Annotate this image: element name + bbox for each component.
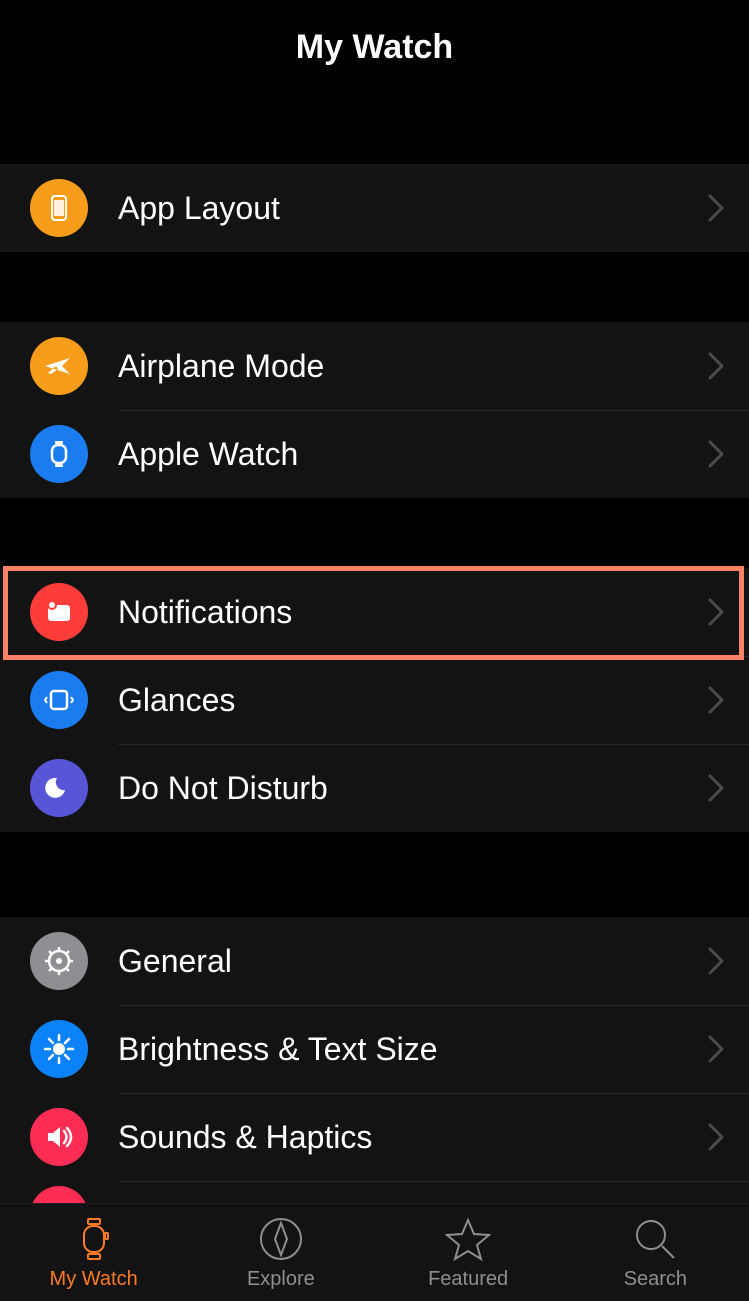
chevron-right-icon	[707, 946, 725, 976]
chevron-right-icon	[707, 597, 725, 627]
tab-explore[interactable]: Explore	[187, 1204, 374, 1301]
tab-my-watch[interactable]: My Watch	[0, 1204, 187, 1301]
partial-icon	[30, 1186, 88, 1203]
row-label: General	[118, 943, 707, 980]
tab-label: Explore	[247, 1268, 315, 1291]
row-label: Apple Watch	[118, 436, 707, 473]
chevron-right-icon	[707, 351, 725, 381]
tab-featured[interactable]: Featured	[375, 1204, 562, 1301]
row-sounds-haptics[interactable]: Sounds & Haptics	[0, 1093, 749, 1181]
row-label: Notifications	[118, 594, 707, 631]
watch-icon	[30, 425, 88, 483]
page-title: My Watch	[296, 28, 453, 67]
row-notifications[interactable]: Notifications	[0, 568, 749, 656]
app-layout-icon	[30, 179, 88, 237]
nav-bar: My Watch	[0, 0, 749, 94]
row-label: App Layout	[118, 190, 707, 227]
notifications-icon	[30, 583, 88, 641]
chevron-right-icon	[707, 1122, 725, 1152]
section-gap	[0, 252, 749, 322]
tab-bar: My Watch Explore Featured Search	[0, 1203, 749, 1301]
glances-icon	[30, 671, 88, 729]
row-glances[interactable]: Glances	[0, 656, 749, 744]
tab-search[interactable]: Search	[562, 1204, 749, 1301]
row-label: Glances	[118, 682, 707, 719]
tab-label: Featured	[428, 1268, 508, 1291]
brightness-icon	[30, 1020, 88, 1078]
settings-scroll[interactable]: App Layout Airplane Mode Apple Watch Not…	[0, 94, 749, 1203]
tab-label: Search	[624, 1268, 687, 1291]
section-gap	[0, 498, 749, 568]
chevron-right-icon	[707, 685, 725, 715]
speaker-icon	[30, 1108, 88, 1166]
chevron-right-icon	[707, 1034, 725, 1064]
row-app-layout[interactable]: App Layout	[0, 164, 749, 252]
tab-label: My Watch	[50, 1268, 138, 1291]
section-gap	[0, 832, 749, 917]
chevron-right-icon	[707, 773, 725, 803]
gear-icon	[30, 932, 88, 990]
airplane-icon	[30, 337, 88, 395]
row-apple-watch[interactable]: Apple Watch	[0, 410, 749, 498]
section-gap	[0, 94, 749, 164]
row-general[interactable]: General	[0, 917, 749, 1005]
chevron-right-icon	[707, 439, 725, 469]
row-label: Brightness & Text Size	[118, 1031, 707, 1068]
row-airplane-mode[interactable]: Airplane Mode	[0, 322, 749, 410]
row-label: Airplane Mode	[118, 348, 707, 385]
chevron-right-icon	[707, 193, 725, 223]
moon-icon	[30, 759, 88, 817]
row-partial[interactable]	[0, 1181, 749, 1203]
row-label: Do Not Disturb	[118, 770, 707, 807]
row-do-not-disturb[interactable]: Do Not Disturb	[0, 744, 749, 832]
row-brightness[interactable]: Brightness & Text Size	[0, 1005, 749, 1093]
row-label: Sounds & Haptics	[118, 1119, 707, 1156]
